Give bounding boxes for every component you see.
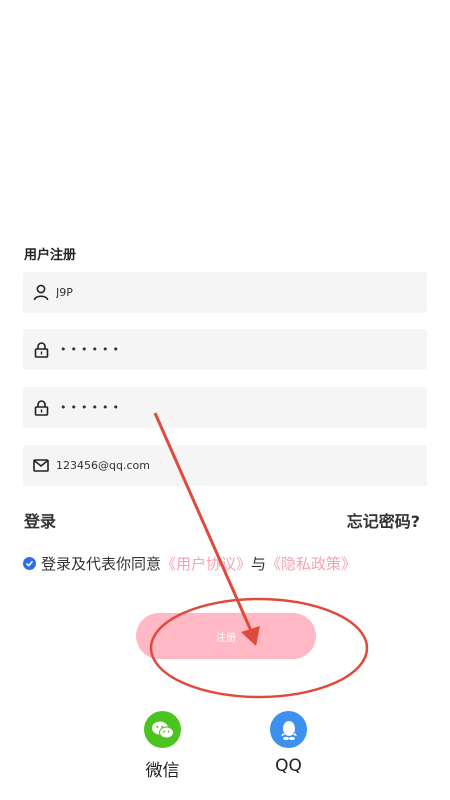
email-field[interactable] (23, 445, 427, 486)
lock-icon (32, 399, 50, 417)
agreement-checkbox[interactable] (23, 557, 36, 570)
check-icon (25, 560, 34, 567)
page-title: 用户注册 (24, 248, 77, 263)
mail-icon (32, 457, 50, 475)
forgot-password-link[interactable]: 忘记密码? (347, 508, 420, 532)
lock-icon (32, 341, 50, 359)
register-button[interactable]: 注册 (136, 613, 316, 659)
agreement-prefix: 登录及代表你同意 (41, 555, 162, 573)
qq-label: QQ (275, 756, 302, 776)
login-link[interactable]: 登录 (24, 508, 56, 532)
agreement-row: 登录及代表你同意 《用户协议》 与 《隐私政策》 (23, 553, 356, 574)
wechat-label: 微信 (145, 761, 180, 781)
password-field[interactable]: •••••• (23, 329, 427, 370)
user-icon (32, 284, 50, 302)
auth-links: 登录 忘记密码? (24, 508, 420, 532)
qq-login[interactable]: QQ (270, 711, 307, 776)
username-field[interactable] (23, 272, 427, 313)
agreement-conjunction: 与 (251, 555, 267, 573)
privacy-policy-link[interactable]: 《隐私政策》 (266, 553, 356, 574)
user-agreement-link[interactable]: 《用户协议》 (161, 553, 251, 574)
confirm-password-field[interactable]: •••••• (23, 387, 427, 428)
password-input[interactable]: •••••• (60, 343, 123, 356)
email-input[interactable] (56, 459, 386, 472)
qq-icon[interactable] (270, 711, 307, 748)
wechat-login[interactable]: 微信 (144, 711, 181, 781)
confirm-password-input[interactable]: •••••• (60, 401, 123, 414)
username-input[interactable] (56, 286, 386, 299)
wechat-icon[interactable] (144, 711, 181, 748)
